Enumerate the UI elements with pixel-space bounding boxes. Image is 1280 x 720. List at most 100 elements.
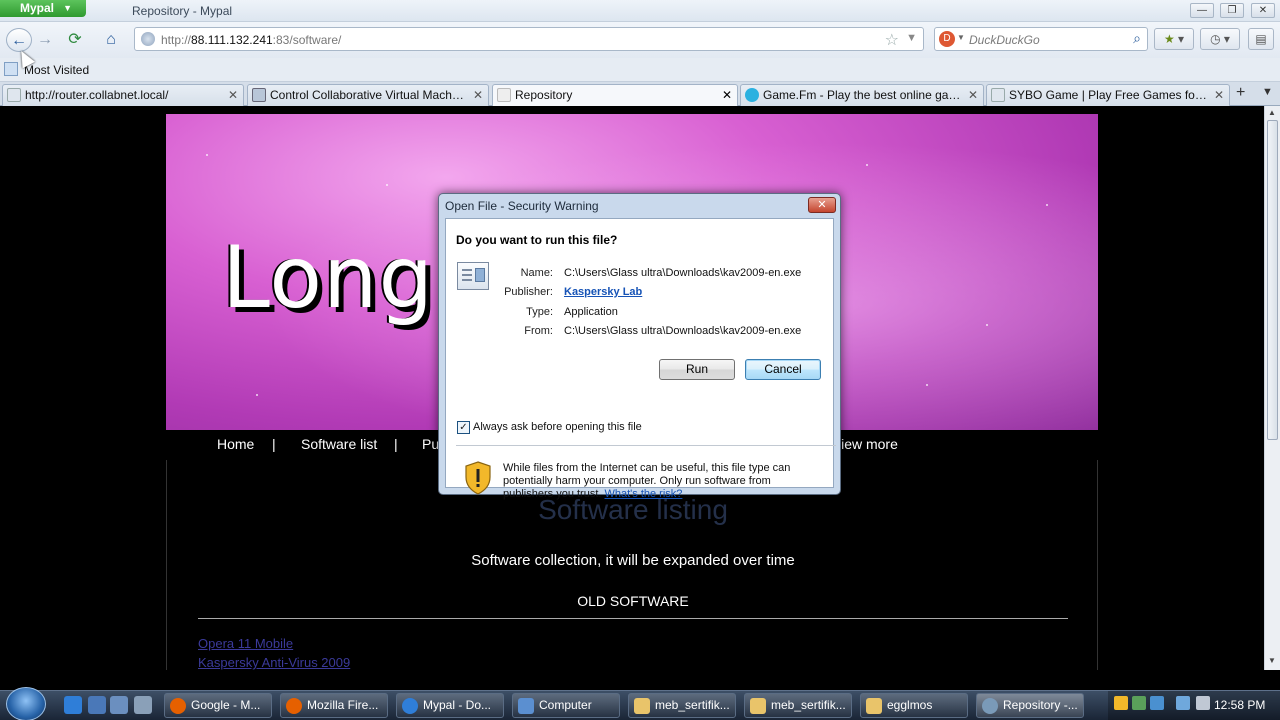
app-menu-label: Mypal [20, 1, 55, 15]
tab-label: Control Collaborative Virtual Machin... [270, 88, 466, 102]
close-tab-icon[interactable]: ✕ [968, 85, 978, 105]
taskbar-item-label: meb_sertifik... [655, 698, 730, 712]
url-text: http://88.111.132.241:83/software/ [161, 33, 342, 47]
mypal-icon [982, 698, 998, 714]
start-button[interactable] [6, 687, 46, 720]
menu-separator: | [394, 436, 398, 452]
switch-windows-icon[interactable] [110, 696, 128, 714]
taskbar-item[interactable]: Mozilla Fire... [280, 693, 388, 718]
most-visited-bookmark[interactable]: Most Visited [24, 63, 89, 77]
menu-home[interactable]: Home [217, 436, 254, 452]
chevron-down-icon: ▼ [63, 3, 72, 13]
taskbar-item-active[interactable]: Repository -... [976, 693, 1084, 718]
history-button[interactable]: ◷ ▾ [1200, 28, 1240, 50]
vertical-scrollbar[interactable]: ▲ ▼ [1264, 106, 1280, 670]
shield-warning-icon [465, 461, 491, 495]
menu-partial-item[interactable]: Pu [422, 436, 439, 452]
ie-quicklaunch-icon[interactable] [64, 696, 82, 714]
taskbar-item-label: meb_sertifik... [771, 698, 846, 712]
publisher-link[interactable]: Kaspersky Lab [564, 286, 642, 298]
close-tab-icon[interactable]: ✕ [228, 85, 238, 105]
menu-view-more[interactable]: View more [832, 436, 898, 452]
forward-arrow-icon[interactable]: → [32, 28, 58, 52]
list-all-tabs-icon[interactable]: ▼ [1262, 86, 1273, 98]
close-tab-icon[interactable]: ✕ [1214, 85, 1224, 105]
banner-sparkle [866, 164, 868, 166]
search-box[interactable]: D ▼ DuckDuckGo ⌕ [934, 27, 1148, 51]
always-ask-label[interactable]: Always ask before opening this file [473, 421, 642, 433]
globe-icon [141, 32, 155, 46]
taskbar-item[interactable]: meb_sertifik... [628, 693, 736, 718]
window-title: Repository - Mypal [132, 4, 233, 18]
name-value: C:\Users\Glass ultra\Downloads\kav2009-e… [564, 267, 802, 279]
taskbar-item-label: Google - M... [191, 698, 261, 712]
dialog-body: Do you want to run this file? Name: C:\U… [445, 218, 836, 500]
bookmarks-menu-button[interactable]: ★ ▾ [1154, 28, 1194, 50]
type-value: Application [564, 306, 618, 318]
title-bar: Mypal ▼ Repository - Mypal — ❐ ✕ [0, 0, 1280, 22]
url-bar[interactable]: http://88.111.132.241:83/software/ ☆ ▼ [134, 27, 924, 51]
tab-repository[interactable]: Repository ✕ [492, 84, 738, 106]
menu-separator: | [272, 436, 276, 452]
software-link[interactable]: Kaspersky Anti-Virus 2009 [198, 655, 350, 670]
tab-gamefm[interactable]: Game.Fm - Play the best online gam... ✕ [740, 84, 984, 106]
bookmarks-star-icon: ★ [1163, 32, 1175, 46]
app-menu-button[interactable]: Mypal ▼ [0, 0, 86, 17]
tab-sybo[interactable]: SYBO Game | Play Free Games for m... ✕ [986, 84, 1230, 106]
taskbar-item-label: Mozilla Fire... [307, 698, 379, 712]
duckduckgo-icon[interactable]: D [939, 31, 955, 47]
software-link[interactable]: Opera 11 Mobile [198, 636, 293, 651]
search-engine-dropdown-icon[interactable]: ▼ [957, 33, 965, 42]
cancel-button[interactable]: Cancel [745, 359, 821, 380]
dialog-close-button[interactable]: ✕ [808, 197, 836, 213]
taskbar-clock[interactable]: 12:58 PM [1214, 698, 1265, 712]
url-dropdown-icon[interactable]: ▼ [906, 32, 917, 44]
network-icon[interactable] [1176, 696, 1190, 710]
security-tray-icon[interactable] [1114, 696, 1128, 710]
tab-router[interactable]: http://router.collabnet.local/ ✕ [2, 84, 244, 106]
close-window-button[interactable]: ✕ [1251, 3, 1275, 18]
dialog-question: Do you want to run this file? [456, 233, 618, 247]
new-tab-button[interactable]: + [1236, 84, 1245, 102]
page-subtitle: Software collection, it will be expanded… [471, 552, 795, 569]
taskbar-item-label: Mypal - Do... [423, 698, 492, 712]
taskbar-item-label: Computer [539, 698, 592, 712]
clock-icon: ◷ [1210, 32, 1221, 46]
reload-icon[interactable]: ⟳ [62, 28, 88, 52]
dialog-divider [456, 445, 836, 446]
network-quicklaunch-icon[interactable] [134, 696, 152, 714]
taskbar-item[interactable]: Google - M... [164, 693, 272, 718]
restore-button[interactable]: ❐ [1220, 3, 1244, 18]
menu-button[interactable]: ▤ [1248, 28, 1274, 50]
tab-label: http://router.collabnet.local/ [25, 88, 169, 102]
always-ask-checkbox[interactable]: ✓ [457, 421, 470, 434]
navigation-toolbar: ← → ⟳ ⌂ http://88.111.132.241:83/softwar… [0, 22, 1280, 58]
taskbar-item[interactable]: Mypal - Do... [396, 693, 504, 718]
tray-app-icon[interactable] [1150, 696, 1164, 710]
bookmark-star-icon[interactable]: ☆ [885, 30, 899, 50]
home-icon[interactable]: ⌂ [98, 28, 124, 52]
minimize-button[interactable]: — [1190, 3, 1214, 18]
tray-app-icon[interactable] [1132, 696, 1146, 710]
volume-muted-icon[interactable] [1196, 696, 1210, 710]
tab-control-vm[interactable]: Control Collaborative Virtual Machin... … [247, 84, 489, 106]
application-file-icon [457, 262, 489, 290]
taskbar-item[interactable]: meb_sertifik... [744, 693, 852, 718]
close-tab-icon[interactable]: ✕ [722, 85, 732, 105]
search-icon[interactable]: ⌕ [1133, 30, 1141, 47]
run-button[interactable]: Run [659, 359, 735, 380]
taskbar-item[interactable]: Computer [512, 693, 620, 718]
taskbar-item[interactable]: egglmos [860, 693, 968, 718]
scroll-down-icon[interactable]: ▼ [1268, 656, 1276, 665]
scrollbar-thumb[interactable] [1267, 120, 1278, 440]
show-desktop-icon[interactable] [88, 696, 106, 714]
scroll-up-icon[interactable]: ▲ [1268, 108, 1276, 117]
menu-icon: ▤ [1255, 32, 1267, 46]
page-icon [7, 88, 21, 102]
whats-the-risk-link[interactable]: What's the risk? [605, 488, 683, 500]
menu-software-list[interactable]: Software list [301, 436, 377, 452]
close-tab-icon[interactable]: ✕ [473, 85, 483, 105]
banner-sparkle [986, 324, 988, 326]
banner-sparkle [256, 394, 258, 396]
tab-strip: http://router.collabnet.local/ ✕ Control… [0, 82, 1280, 106]
